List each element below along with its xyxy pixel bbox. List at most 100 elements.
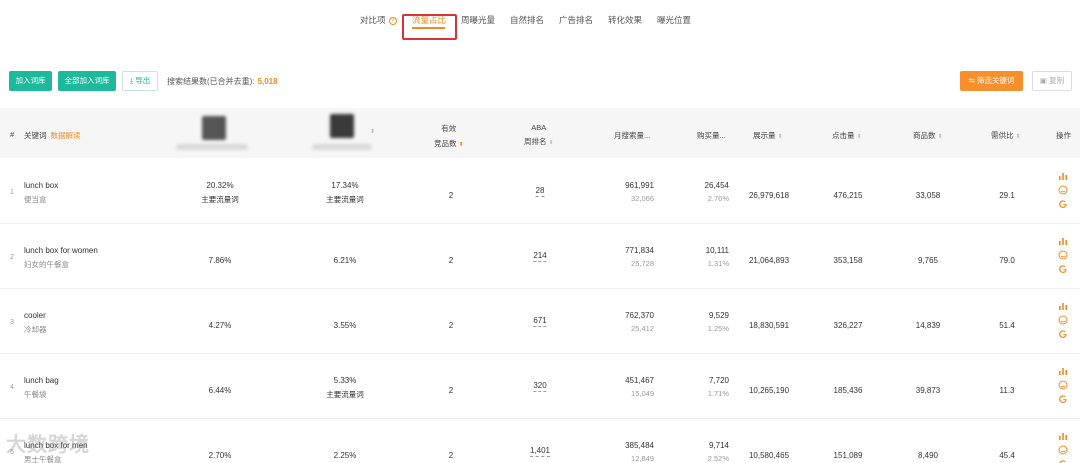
monthly-search: 451,467 15,049 [625, 376, 654, 398]
keyword-translation: 便当盒 [24, 195, 47, 204]
tab-conversion[interactable]: 转化效果 [608, 14, 642, 26]
product-title-2 [312, 144, 372, 150]
data-interpretation-link[interactable]: 数据解读 [51, 131, 81, 140]
chart-icon[interactable] [1058, 236, 1068, 246]
aba-rank[interactable]: 671 [533, 316, 547, 327]
smile-icon[interactable] [1058, 445, 1068, 455]
smile-icon[interactable] [1058, 380, 1068, 390]
purchase-volume: 9,529 1.25% [707, 311, 729, 333]
row-number: 1 [10, 189, 14, 196]
filter-icon: ⇋ [968, 76, 975, 85]
clicks: 326,227 [833, 321, 863, 330]
chart-icon[interactable] [1058, 171, 1068, 181]
table-row[interactable]: 1 lunch box 便当盒 20.32% 主要流量词 17.34% 主要流量词 2 28 96… [0, 159, 1080, 224]
impressions: 21,064,893 [748, 256, 790, 265]
keyword-translation: 妇女的午餐盒 [24, 260, 69, 269]
keyword-cell[interactable]: cooler 冷却器 [24, 311, 47, 335]
table-row[interactable]: 5 lunch box for men 男士午餐盒 2.70% 2.25% 2 1,401 3… [0, 419, 1080, 463]
smile-icon[interactable] [1058, 185, 1068, 195]
tab-compare[interactable]: 对比项? [360, 14, 397, 26]
smile-icon[interactable] [1058, 315, 1068, 325]
add-all-to-library-button[interactable]: 全部加入词库 [58, 71, 116, 91]
keyword-translation: 午餐袋 [24, 390, 47, 399]
chart-icon[interactable] [1058, 431, 1068, 441]
google-icon[interactable] [1058, 199, 1068, 209]
monthly-search: 961,991 32,066 [625, 181, 654, 203]
effective-competitors: 2 [448, 386, 454, 395]
keyword-cell[interactable]: lunch bag 午餐袋 [24, 376, 59, 400]
table-row[interactable]: 4 lunch bag 午餐袋 6.44% 5.33% 主要流量词 2 320 451,467 1… [0, 354, 1080, 419]
effective-competitors: 2 [448, 256, 454, 265]
col-clicks[interactable]: 点击量 ⬍ [832, 130, 862, 141]
main-traffic-tag: 主要流量词 [326, 390, 364, 399]
main-traffic-tag: 主要流量词 [201, 195, 239, 204]
google-icon[interactable] [1058, 329, 1068, 339]
row-actions [1058, 366, 1070, 408]
tab-ad-rank[interactable]: 广告排名 [559, 14, 593, 26]
supply-demand-ratio: 29.1 [999, 191, 1015, 200]
keyword-text[interactable]: lunch box for women [24, 246, 98, 255]
tab-organic-rank[interactable]: 自然排名 [510, 14, 544, 26]
copy-icon: ▣ [1039, 76, 1047, 85]
filter-keywords-button[interactable]: ⇋ 筛选关键词 [960, 71, 1023, 91]
add-to-library-button[interactable]: 加入词库 [9, 71, 52, 91]
table-row[interactable]: 3 cooler 冷却器 4.27% 3.55% 2 671 762,370 25,412 9,5… [0, 289, 1080, 354]
sort-icon[interactable]: ⬍ [370, 128, 375, 135]
tab-weekly-impressions[interactable]: 周曝光量 [461, 14, 495, 26]
export-button[interactable]: ⤓ 导出 [122, 71, 158, 91]
purchase-volume: 10,111 1.31% [705, 246, 729, 268]
traffic-share-2: 6.21% [333, 256, 357, 265]
row-actions [1058, 236, 1070, 278]
sort-icon[interactable]: ⬍ [938, 133, 943, 140]
clicks: 151,089 [833, 451, 863, 460]
result-count-text: 搜索结果数(已合并去重): 5,018 [167, 77, 278, 86]
keyword-text[interactable]: lunch box [24, 181, 58, 190]
keyword-text[interactable]: lunch bag [24, 376, 59, 385]
traffic-share-2: 17.34% 主要流量词 [326, 181, 364, 204]
google-icon[interactable] [1058, 264, 1068, 274]
keyword-text[interactable]: cooler [24, 311, 47, 320]
traffic-share-1: 20.32% 主要流量词 [201, 181, 239, 204]
supply-demand-ratio: 11.3 [999, 386, 1015, 395]
google-icon[interactable] [1058, 394, 1068, 404]
effective-competitors: 2 [448, 191, 454, 200]
watermark: 大数跨境 [6, 434, 90, 456]
sort-icon[interactable]: ⬍ [857, 133, 862, 140]
sort-icon[interactable]: ⬍ [459, 141, 464, 148]
purchase-volume: 9,714 2.52% [707, 441, 729, 463]
supply-demand-ratio: 45.4 [999, 451, 1015, 460]
result-count: 5,018 [257, 77, 278, 86]
help-icon[interactable]: ? [388, 17, 397, 25]
toolbar: 加入词库 全部加入词库 ⤓ 导出 搜索结果数(已合并去重): 5,018 ⇋ 筛选… [0, 71, 1080, 91]
supply-demand-ratio: 79.0 [999, 256, 1015, 265]
col-impressions[interactable]: 展示量 ⬍ [753, 130, 783, 141]
col-supply-ratio[interactable]: 需供比 ⬍ [991, 130, 1021, 141]
aba-rank[interactable]: 214 [533, 251, 547, 262]
google-icon[interactable] [1058, 459, 1068, 463]
col-products[interactable]: 商品数 ⬍ [913, 130, 943, 141]
smile-icon[interactable] [1058, 250, 1068, 260]
sort-icon[interactable]: ⬍ [778, 133, 783, 140]
clicks: 476,215 [833, 191, 863, 200]
aba-rank[interactable]: 1,401 [529, 446, 551, 457]
aba-rank[interactable]: 320 [533, 381, 547, 392]
copy-button[interactable]: ▣ 复制 [1032, 71, 1072, 91]
clicks: 185,436 [833, 386, 863, 395]
product-count: 9,765 [917, 256, 939, 265]
keyword-cell[interactable]: lunch box for women 妇女的午餐盒 [24, 246, 98, 270]
col-effective-competitors[interactable]: 有效 竞品数 ⬍ [434, 123, 464, 149]
col-purchase[interactable]: 购买量... [697, 130, 726, 141]
monthly-search: 771,834 25,728 [625, 246, 654, 268]
chart-icon[interactable] [1058, 366, 1068, 376]
row-number: 2 [10, 254, 14, 261]
col-monthly-search[interactable]: 月搜索量... [614, 130, 650, 141]
traffic-share-1: 2.70% [208, 451, 232, 460]
sort-icon[interactable]: ⬍ [1016, 133, 1021, 140]
keyword-cell[interactable]: lunch box 便当盒 [24, 181, 58, 205]
chart-icon[interactable] [1058, 301, 1068, 311]
table-row[interactable]: 2 lunch box for women 妇女的午餐盒 7.86% 6.21% 2 214… [0, 224, 1080, 289]
aba-rank[interactable]: 28 [535, 186, 545, 197]
tab-exposure-position[interactable]: 曝光位置 [657, 14, 691, 26]
col-aba-rank[interactable]: ABA 周排名 ⬍ [524, 123, 554, 147]
sort-icon[interactable]: ⬍ [549, 139, 554, 146]
